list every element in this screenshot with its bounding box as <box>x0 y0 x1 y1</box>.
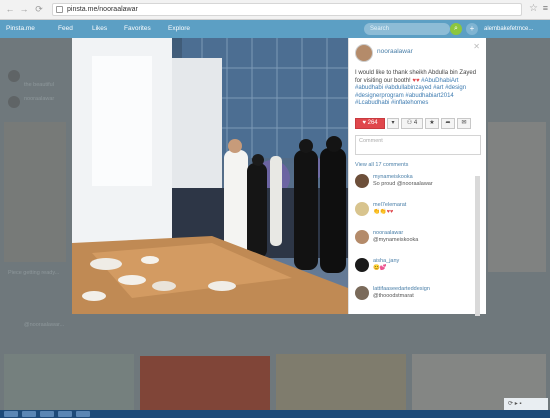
search-icon[interactable]: ⌕ <box>450 23 462 35</box>
comment-item: lattifaaseedarteddesign @thooodstmarat <box>355 284 479 312</box>
comment-user[interactable]: mynameiskooka <box>373 174 413 180</box>
comment-text: @thooodstmarat <box>373 293 414 299</box>
search-input[interactable]: Search <box>364 23 450 35</box>
comments-scrollbar[interactable] <box>475 176 480 316</box>
photo-scene <box>72 38 348 314</box>
user-menu[interactable]: alembakefetrnce... <box>484 23 533 35</box>
action-buttons: ♥ 264 ▾ ⚇ 4 ★ ➦ ✉ <box>355 118 471 129</box>
follow-button[interactable]: ⚇ 4 <box>401 118 423 129</box>
avatar[interactable] <box>355 286 369 300</box>
avatar[interactable] <box>355 174 369 188</box>
browser-chrome: ← → ⟳ pinsta.me/nooraalawar ☆ ≡ <box>0 0 550 20</box>
nav-likes[interactable]: Likes <box>92 23 107 35</box>
back-icon[interactable]: ← <box>4 3 16 16</box>
comment-user[interactable]: nooraalawar <box>373 230 403 236</box>
comment-icon[interactable]: ✉ <box>457 118 471 129</box>
comment-item: nhemmaalgasem <box>355 312 479 314</box>
url-text: pinsta.me/nooraalawar <box>67 6 138 13</box>
comment-item: mynameiskooka So proud @nooraalawar <box>355 172 479 200</box>
comment-item: nooraalawar @mynameiskooka <box>355 228 479 256</box>
avatar[interactable] <box>355 230 369 244</box>
post-username[interactable]: nooraalawar <box>377 48 413 55</box>
emoji-icon: 😊💕 <box>373 265 387 271</box>
heart-emoji-icon: ♥♥ <box>412 77 420 84</box>
bookmark-star-icon[interactable]: ☆ <box>529 3 538 14</box>
favorite-star-icon[interactable]: ★ <box>425 118 439 129</box>
system-tray: ⟳ ▸ ▪ <box>504 398 548 410</box>
avatar[interactable] <box>355 44 373 62</box>
close-icon[interactable]: ✕ <box>473 42 480 51</box>
reload-icon[interactable]: ⟳ <box>33 3 45 16</box>
nav-favorites[interactable]: Favorites <box>124 23 151 35</box>
taskbar-app-icon[interactable] <box>76 411 90 417</box>
view-all-comments-link[interactable]: View all 17 comments <box>355 162 408 168</box>
menu-icon[interactable]: ≡ <box>543 3 548 13</box>
address-bar[interactable]: pinsta.me/nooraalawar <box>52 3 522 16</box>
post-caption: I would like to thank sheikh Abdulla bin… <box>355 70 481 108</box>
follow-count: 4 <box>413 120 418 126</box>
comment-user[interactable]: aisha_jany <box>373 258 399 264</box>
nav-feed[interactable]: Feed <box>58 23 73 35</box>
app-header: Pinsta.me Feed Likes Favorites Explore S… <box>0 20 550 38</box>
add-icon[interactable]: + <box>466 23 478 35</box>
comment-input[interactable]: Comment <box>355 135 481 155</box>
emoji-icon: 👏👏♥♥ <box>373 209 394 215</box>
taskbar-app-icon[interactable] <box>58 411 72 417</box>
like-dropdown-button[interactable]: ▾ <box>387 118 399 129</box>
comment-item: mel7elemarat 👏👏♥♥ <box>355 200 479 228</box>
nav-explore[interactable]: Explore <box>168 23 190 35</box>
logo[interactable]: Pinsta.me <box>6 23 35 35</box>
comment-text: So proud @nooraalawar <box>373 181 433 187</box>
comment-list: mynameiskooka So proud @nooraalawar mel7… <box>355 172 479 314</box>
avatar[interactable] <box>355 258 369 272</box>
like-button[interactable]: ♥ 264 <box>355 118 385 129</box>
comment-item: aisha_jany 😊💕 <box>355 256 479 284</box>
page-icon <box>56 6 63 13</box>
avatar[interactable] <box>355 202 369 216</box>
comment-text: @mynameiskooka <box>373 237 419 243</box>
share-icon[interactable]: ➦ <box>441 118 455 129</box>
like-count: 264 <box>367 120 378 126</box>
forward-icon[interactable]: → <box>18 3 30 16</box>
post-photo <box>72 38 348 314</box>
taskbar-app-icon[interactable] <box>22 411 36 417</box>
start-icon[interactable] <box>4 411 18 417</box>
taskbar-app-icon[interactable] <box>40 411 54 417</box>
comment-user[interactable]: mel7elemarat <box>373 202 406 208</box>
post-detail-panel: ✕ nooraalawar I would like to thank shei… <box>348 38 486 314</box>
taskbar <box>0 410 550 418</box>
comment-user[interactable]: lattifaaseedarteddesign <box>373 286 430 292</box>
